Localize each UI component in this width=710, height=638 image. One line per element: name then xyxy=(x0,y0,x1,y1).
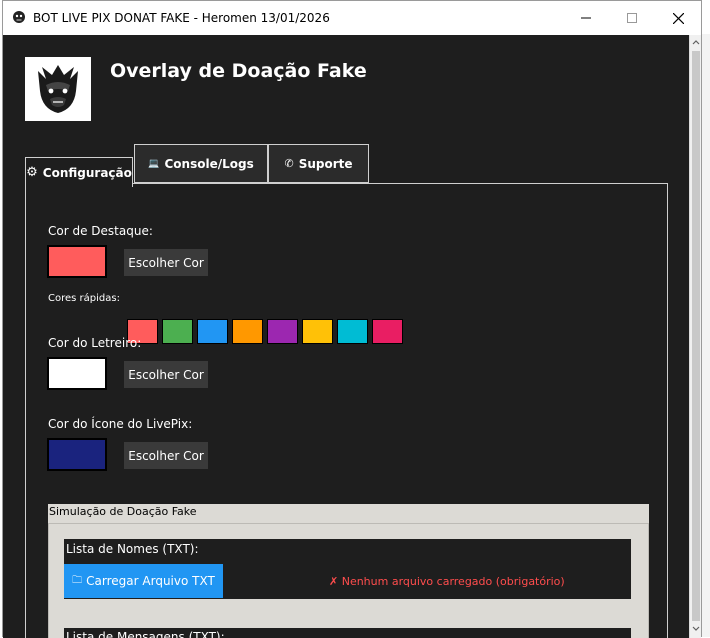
quick-color-purple[interactable] xyxy=(267,319,298,344)
window-title: BOT LIVE PIX DONAT FAKE - Heromen 13/01/… xyxy=(33,11,330,25)
minimize-icon xyxy=(581,17,591,19)
marquee-color-label: Cor do Letreiro: xyxy=(48,336,142,350)
quick-color-pink[interactable] xyxy=(372,319,403,344)
names-list-section: Lista de Nomes (TXT): 🗀 Carregar Arquivo… xyxy=(64,539,631,599)
folder-icon: 🗀 xyxy=(72,574,83,586)
livepix-choose-color-button[interactable]: Escolher Cor xyxy=(124,442,208,469)
fake-donation-simulation-group: Simulação de Doação Fake Lista de Nomes … xyxy=(48,504,649,638)
simulation-title: Simulação de Doação Fake xyxy=(49,505,197,518)
scroll-up-arrow-icon[interactable] xyxy=(690,37,702,47)
config-panel: Cor de Destaque: Escolher Cor Cores rápi… xyxy=(25,183,668,638)
tab-label: Configuração xyxy=(42,165,132,180)
load-txt-label: Carregar Arquivo TXT xyxy=(86,574,215,588)
gorilla-app-icon xyxy=(13,11,25,23)
tab-label: Console/Logs xyxy=(164,156,254,171)
vertical-scrollbar[interactable] xyxy=(689,35,701,638)
gorilla-logo xyxy=(25,57,91,121)
maximize-icon xyxy=(627,13,637,23)
highlight-choose-color-button[interactable]: Escolher Cor xyxy=(124,249,208,276)
livepix-icon-color-swatch[interactable] xyxy=(47,438,107,471)
phone-icon: ✆ xyxy=(284,157,294,170)
marquee-color-swatch[interactable] xyxy=(47,357,107,390)
livepix-icon-color-label: Cor do Ícone do LivePix: xyxy=(48,417,193,431)
file-status-text: ✗ Nenhum arquivo carregado (obrigatório) xyxy=(329,575,565,588)
minimize-button[interactable] xyxy=(563,1,609,35)
app-content: Overlay de Doação Fake ⚙ Configuração 💻 … xyxy=(3,35,689,638)
gorilla-logo-icon xyxy=(38,65,78,113)
quick-color-blue[interactable] xyxy=(197,319,228,344)
tab-console-logs[interactable]: 💻 Console/Logs xyxy=(134,144,268,183)
quick-color-green[interactable] xyxy=(162,319,193,344)
scrollbar-thumb[interactable] xyxy=(692,51,700,621)
laptop-icon: 💻 xyxy=(148,158,160,169)
quick-color-amber[interactable] xyxy=(302,319,333,344)
marquee-choose-color-button[interactable]: Escolher Cor xyxy=(124,361,208,388)
close-icon xyxy=(672,12,684,24)
gear-icon: ⚙ xyxy=(26,165,38,180)
tab-configuracao[interactable]: ⚙ Configuração xyxy=(25,157,133,187)
app-window: BOT LIVE PIX DONAT FAKE - Heromen 13/01/… xyxy=(2,0,702,638)
highlight-color-swatch[interactable] xyxy=(47,245,107,278)
title-bar[interactable]: BOT LIVE PIX DONAT FAKE - Heromen 13/01/… xyxy=(3,1,701,35)
page-title: Overlay de Doação Fake xyxy=(110,60,367,82)
scroll-down-arrow-icon[interactable] xyxy=(690,624,702,634)
quick-color-orange[interactable] xyxy=(232,319,263,344)
close-button[interactable] xyxy=(655,1,701,35)
highlight-color-label: Cor de Destaque: xyxy=(48,224,153,238)
tab-label: Suporte xyxy=(298,156,353,171)
quick-colors-label: Cores rápidas: xyxy=(48,293,120,304)
names-list-label: Lista de Nomes (TXT): xyxy=(66,542,199,556)
maximize-button[interactable] xyxy=(609,1,655,35)
quick-color-cyan[interactable] xyxy=(337,319,368,344)
tab-suporte[interactable]: ✆ Suporte xyxy=(268,144,369,183)
load-txt-button[interactable]: 🗀 Carregar Arquivo TXT xyxy=(64,564,223,598)
